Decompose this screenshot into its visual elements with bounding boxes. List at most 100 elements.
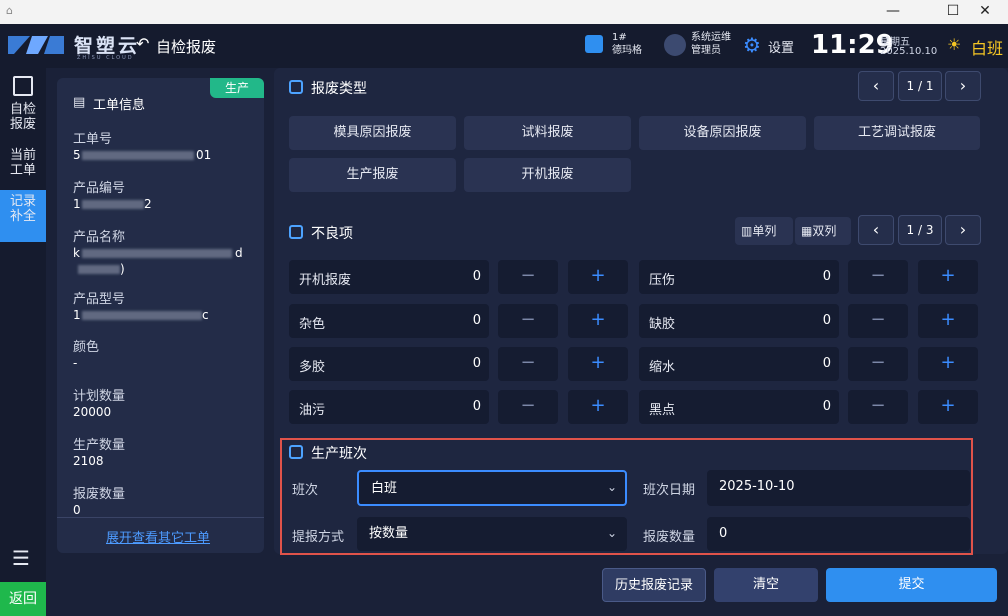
increment-button[interactable]: + <box>918 260 978 294</box>
increment-button[interactable]: + <box>568 347 628 381</box>
redacted-value <box>82 151 194 160</box>
produced-qty-value: 2108 <box>73 454 104 468</box>
shift-title: 生产班次 <box>311 446 367 462</box>
app-name-sub: ZHISU CLOUD <box>77 55 134 61</box>
sidebar-item-label: 补全 <box>9 209 36 224</box>
plan-qty-value: 20000 <box>73 405 112 419</box>
scrap-type-prev-button[interactable]: ‹ <box>858 71 894 101</box>
decrement-button[interactable]: − <box>848 347 908 381</box>
defect-count: 0 <box>822 356 831 371</box>
redacted-value <box>82 249 232 258</box>
sidebar-item-record-complete[interactable]: 记录 补全 <box>0 190 46 242</box>
increment-button[interactable]: + <box>918 304 978 338</box>
crop-icon <box>13 76 33 96</box>
order-no-value: 5 <box>73 148 81 162</box>
chevron-down-icon: ⌄ <box>607 480 618 494</box>
shift-label: 班次 <box>292 483 319 498</box>
double-column-button[interactable]: ▦双列 <box>795 217 851 245</box>
date: 2025.10.10 <box>880 46 938 57</box>
close-window-button[interactable]: ✕ <box>962 0 1008 24</box>
logo-icon <box>8 36 64 54</box>
scrap-type-production[interactable]: 生产报废 <box>289 158 456 192</box>
increment-button[interactable]: + <box>568 304 628 338</box>
scrap-type-mold[interactable]: 模具原因报废 <box>289 116 456 150</box>
user-avatar-icon[interactable] <box>664 34 686 56</box>
decrement-button[interactable]: − <box>498 260 558 294</box>
report-method-value: 按数量 <box>369 526 409 541</box>
scrap-type-process[interactable]: 工艺调试报废 <box>814 116 980 150</box>
order-no-suffix: 01 <box>196 148 212 162</box>
product-name-label: 产品名称 <box>73 230 126 245</box>
back-arrow-icon[interactable]: ↶ <box>136 34 149 53</box>
report-method-select[interactable]: 按数量 <box>357 517 627 551</box>
product-model-value: 1 <box>73 308 81 322</box>
report-qty-field[interactable]: 0 <box>707 517 970 551</box>
section-icon <box>289 445 303 459</box>
clear-button[interactable]: 清空 <box>714 568 818 602</box>
product-name-suffix: d <box>235 246 243 260</box>
return-button[interactable]: 返回 <box>0 582 46 616</box>
scrap-type-next-button[interactable]: › <box>945 71 981 101</box>
scrap-type-equipment[interactable]: 设备原因报废 <box>639 116 806 150</box>
increment-button[interactable]: + <box>568 260 628 294</box>
minimize-button[interactable]: — <box>870 0 916 24</box>
product-code-suffix: 2 <box>144 197 152 211</box>
single-column-button[interactable]: ▥单列 <box>735 217 793 245</box>
user-role: 管理员 <box>691 45 721 56</box>
expand-orders-link[interactable]: 展开查看其它工单 <box>106 527 210 546</box>
sidebar-nav: 自检 报废 当前 工单 记录 补全 ☰ <box>0 68 46 616</box>
defect-name: 油污 <box>299 403 326 418</box>
scrap-type-trial[interactable]: 试料报废 <box>464 116 631 150</box>
defect-name: 多胶 <box>299 360 326 375</box>
scrap-type-startup[interactable]: 开机报废 <box>464 158 631 192</box>
decrement-button[interactable]: − <box>848 304 908 338</box>
history-scrap-button[interactable]: 历史报废记录 <box>602 568 706 602</box>
shift-select[interactable]: 白班 <box>357 470 627 506</box>
redacted-value <box>78 265 120 274</box>
single-column-icon: ▥ <box>741 224 753 238</box>
product-name-value: k <box>73 246 80 260</box>
product-model-label: 产品型号 <box>73 292 126 307</box>
app-window-icon: ⌂ <box>6 4 13 17</box>
report-qty-value: 0 <box>719 526 728 541</box>
defect-count: 0 <box>822 313 831 328</box>
chevron-down-icon: ⌄ <box>607 526 618 540</box>
defect-name: 缩水 <box>649 360 676 375</box>
product-code-value: 1 <box>73 197 81 211</box>
increment-button[interactable]: + <box>568 390 628 424</box>
shift-date-field[interactable]: 2025-10-10 <box>707 470 970 506</box>
product-code-label: 产品编号 <box>73 181 126 196</box>
defects-prev-button[interactable]: ‹ <box>858 215 894 245</box>
defects-pager: 1 / 3 <box>898 215 942 245</box>
decrement-button[interactable]: − <box>498 347 558 381</box>
decrement-button[interactable]: − <box>848 260 908 294</box>
report-qty-label: 报废数量 <box>643 530 696 545</box>
shift-date-label: 班次日期 <box>643 483 696 498</box>
section-icon <box>289 225 303 239</box>
shift-date-value: 2025-10-10 <box>719 479 795 494</box>
increment-button[interactable]: + <box>918 347 978 381</box>
sidebar-item-label: 工单 <box>9 163 36 178</box>
scrap-qty-label: 报废数量 <box>73 487 126 502</box>
settings-label[interactable]: 设置 <box>768 37 794 56</box>
defects-next-button[interactable]: › <box>945 215 981 245</box>
decrement-button[interactable]: − <box>848 390 908 424</box>
produced-qty-label: 生产数量 <box>73 438 126 453</box>
sidebar-item-label: 自检 <box>9 102 36 117</box>
gear-icon[interactable]: ⚙ <box>743 33 761 57</box>
submit-button[interactable]: 提交 <box>826 568 997 602</box>
increment-button[interactable]: + <box>918 390 978 424</box>
sidebar-item-label: 记录 <box>9 194 36 209</box>
user-name: 系统运维 <box>691 32 731 43</box>
app-name: 智塑云 <box>74 35 141 57</box>
defect-count: 0 <box>472 269 481 284</box>
decrement-button[interactable]: − <box>498 390 558 424</box>
defect-name: 杂色 <box>299 317 326 332</box>
divider <box>57 517 264 518</box>
sidebar-item-self-scrap[interactable]: 自检 报废 <box>0 98 46 150</box>
sidebar-item-current-order[interactable]: 当前 工单 <box>0 144 46 196</box>
defect-count: 0 <box>472 356 481 371</box>
decrement-button[interactable]: − <box>498 304 558 338</box>
menu-collapse-icon[interactable]: ☰ <box>12 546 30 570</box>
app-header: 智塑云 ZHISU CLOUD ↶ 自检报废 1# 德玛格 系统运维 管理员 ⚙… <box>0 24 1008 68</box>
